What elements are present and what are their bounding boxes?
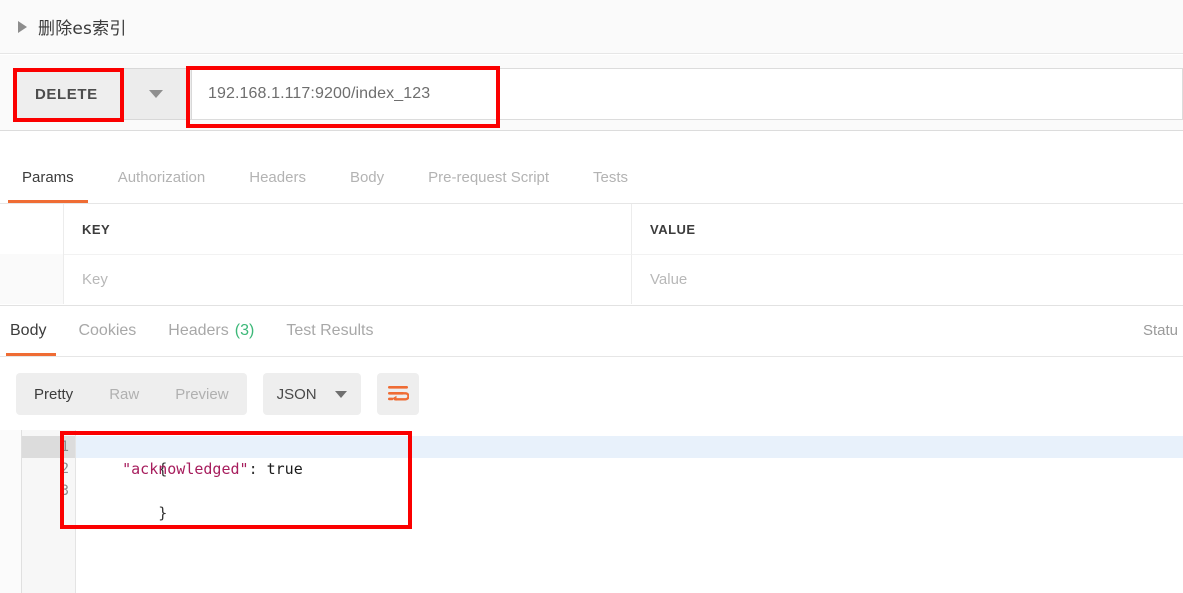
request-tabs: Params Authorization Headers Body Pre-re…	[0, 152, 1183, 204]
tab-tests-label: Tests	[593, 169, 629, 186]
editor-gutter: 1 2 3	[22, 430, 85, 593]
line-number-3: 3	[22, 480, 75, 502]
column-header-value: VALUE	[650, 221, 696, 237]
request-name-header: 删除es索引	[0, 0, 1183, 54]
code-line-3-text: }	[158, 504, 168, 522]
tab-headers-label: Headers	[249, 169, 306, 186]
view-mode-preview-label: Preview	[175, 385, 229, 403]
view-mode-raw[interactable]: Raw	[91, 373, 157, 415]
triangle-right-icon[interactable]	[16, 20, 28, 34]
line-number-3-text: 3	[60, 483, 69, 499]
response-tab-test-results[interactable]: Test Results	[270, 305, 389, 356]
response-tabs: Body Cookies Headers (3) Test Results	[0, 305, 1183, 357]
line-number-1: 1	[22, 436, 85, 458]
line-number-2: 2	[22, 458, 75, 480]
view-mode-pretty-label: Pretty	[34, 385, 74, 403]
code-line-2-value: true	[266, 460, 303, 478]
format-dropdown-label: JSON	[276, 385, 317, 403]
format-dropdown[interactable]: JSON	[262, 373, 361, 415]
headers-count-badge: (3)	[234, 321, 255, 339]
page-title: 删除es索引	[38, 19, 127, 39]
header-value-cell: VALUE	[632, 204, 1183, 254]
param-value-placeholder: Value	[650, 271, 688, 288]
response-tab-test-results-label: Test Results	[286, 321, 374, 339]
postman-window: 删除es索引 DELETE 192.168.1.117:9200/index_1…	[0, 0, 1183, 593]
http-method-label: DELETE	[35, 85, 98, 103]
table-row: Key Value	[0, 254, 1183, 304]
tab-params-label: Params	[22, 169, 74, 186]
params-table: KEY VALUE Key Value	[0, 204, 1183, 304]
code-line-2-key: "acknowledged"	[122, 460, 249, 478]
tab-body-label: Body	[349, 169, 385, 186]
code-line-2: "acknowledged": true	[76, 458, 1183, 480]
response-tab-headers-label: Headers	[168, 321, 229, 339]
response-body-toolbar: Pretty Raw Preview JSON	[0, 358, 1183, 430]
chevron-down-icon	[334, 390, 347, 398]
word-wrap-button[interactable]	[376, 373, 419, 415]
http-method-button[interactable]: DELETE	[16, 68, 120, 120]
http-method-dropdown[interactable]	[120, 68, 192, 120]
view-mode-preview[interactable]: Preview	[157, 373, 246, 415]
code-content[interactable]: { "acknowledged": true }	[76, 430, 1183, 593]
url-input[interactable]: 192.168.1.117:9200/index_123	[192, 68, 1183, 120]
tab-pre-request-script-label: Pre-request Script	[428, 169, 550, 186]
response-body-editor: 1 2 3 { "acknowledged": true }	[0, 430, 1183, 593]
code-line-1: {	[76, 436, 1183, 478]
column-header-key: KEY	[82, 221, 111, 237]
table-header-row: KEY VALUE	[0, 204, 1183, 254]
param-key-input[interactable]: Key	[64, 254, 632, 304]
code-line-3: }	[76, 480, 1183, 522]
header-key-cell: KEY	[64, 204, 632, 254]
response-status-label: Statu	[1143, 322, 1179, 339]
view-mode-raw-label: Raw	[109, 385, 140, 403]
response-tab-body[interactable]: Body	[0, 305, 62, 356]
line-number-2-text: 2	[60, 461, 69, 477]
tab-params[interactable]: Params	[0, 152, 96, 203]
row-checkbox-cell[interactable]	[0, 254, 64, 304]
chevron-down-icon	[148, 90, 163, 98]
param-value-input[interactable]: Value	[632, 254, 1183, 304]
editor-left-rail	[0, 430, 22, 593]
code-line-2-colon: :	[248, 460, 267, 478]
tab-pre-request-script[interactable]: Pre-request Script	[406, 152, 571, 203]
tab-authorization-label: Authorization	[117, 169, 206, 186]
url-text: 192.168.1.117:9200/index_123	[208, 85, 431, 102]
view-mode-pretty[interactable]: Pretty	[16, 373, 91, 415]
header-checkbox-cell	[0, 204, 64, 254]
view-mode-group: Pretty Raw Preview	[16, 373, 247, 415]
response-tab-headers[interactable]: Headers (3)	[152, 305, 270, 356]
response-tab-cookies-label: Cookies	[78, 321, 137, 339]
code-line-2-indent	[86, 460, 122, 478]
response-tab-body-label: Body	[10, 321, 47, 339]
param-key-placeholder: Key	[82, 271, 108, 288]
tab-headers[interactable]: Headers	[227, 152, 328, 203]
word-wrap-icon	[387, 386, 409, 401]
tab-authorization[interactable]: Authorization	[96, 152, 228, 203]
line-number-1-text: 1	[60, 439, 69, 455]
response-tab-cookies[interactable]: Cookies	[62, 305, 152, 356]
tab-tests[interactable]: Tests	[571, 152, 650, 203]
tab-body[interactable]: Body	[328, 152, 406, 203]
